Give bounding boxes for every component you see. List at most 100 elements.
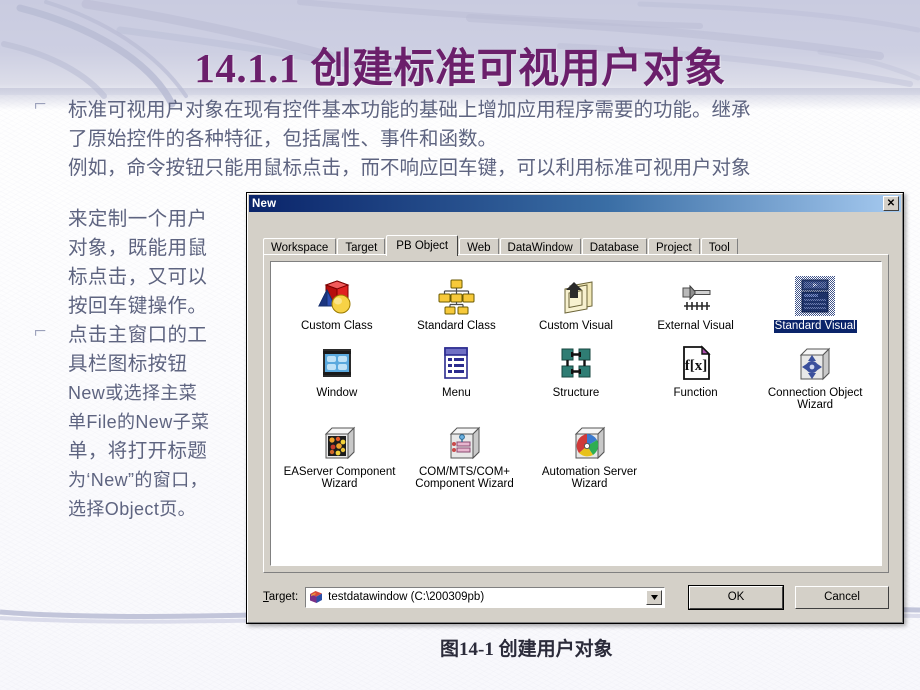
tab-label: PB Object: [396, 240, 449, 252]
object-item-custom-visual[interactable]: Custom Visual: [516, 272, 636, 339]
standard-visual-icon: [801, 279, 829, 313]
dialog-titlebar[interactable]: New ✕: [249, 195, 901, 212]
icon-art-wrap: [556, 343, 596, 383]
external-visual-icon: [682, 284, 711, 310]
body-line: 来定制一个用户: [68, 209, 208, 230]
easerver-component-wizard-icon: [324, 426, 355, 459]
icon-art-wrap: [570, 422, 610, 462]
icon-art-wrap: f[x]: [676, 343, 716, 383]
body-line: 标点击，又可以: [68, 267, 208, 288]
body-line: 了原始控件的各种特征，包括属性、事件和函数。: [68, 129, 498, 150]
body-line: 标准可视用户对象在现有控件基本功能的基础上增加应用程序需要的功能。继承: [68, 100, 751, 121]
ok-button[interactable]: OK: [688, 584, 784, 610]
automation-server-wizard-icon: [574, 426, 605, 459]
body-line: 具栏图标按钮: [68, 354, 188, 375]
object-item-label: Automation Server Wizard: [541, 465, 638, 491]
icon-art-selected: [795, 276, 836, 316]
dialog-footer: Target: testdatawindow (C:\200309pb) OK …: [263, 584, 889, 610]
icon-art-wrap: [676, 276, 716, 316]
icon-row: Window Menu Structure f[x] Function Conn…: [277, 339, 875, 418]
page-title: 14.1.1 创建标准可视用户对象: [194, 45, 726, 91]
body-line: 按回车键操作。: [68, 296, 208, 317]
close-icon[interactable]: ✕: [883, 196, 899, 211]
custom-class-icon: [317, 280, 351, 314]
object-item-menu[interactable]: Menu: [397, 339, 517, 418]
object-item-label: Standard Visual: [773, 320, 857, 333]
new-dialog-window[interactable]: New ✕ Workspace Target PB Object Web DataWin…: [246, 192, 904, 624]
object-item-custom-class[interactable]: Custom Class: [277, 272, 397, 339]
object-item-label: Custom Visual: [539, 320, 613, 332]
object-icon-list[interactable]: Custom Class Standard Class Custom Visua…: [270, 261, 882, 566]
object-item-label: Function: [673, 386, 718, 399]
connection-object-wizard-icon: [799, 347, 831, 380]
object-item-label: EAServer Component Wizard: [283, 465, 396, 491]
body-line: 对象，既能用鼠: [68, 238, 208, 259]
object-item-label: COM/MTS/COM+ Component Wizard: [415, 465, 514, 491]
chevron-down-icon[interactable]: [646, 589, 662, 605]
tab-label: Project: [655, 241, 692, 254]
dialog-tabstrip[interactable]: Workspace Target PB Object Web DataWindow Dat…: [263, 235, 889, 256]
body-line: 选择Object页。: [68, 499, 197, 519]
object-item-window[interactable]: Window: [277, 339, 397, 418]
object-item-label: Custom Class: [301, 320, 373, 332]
cancel-button[interactable]: Cancel: [795, 585, 889, 609]
icon-art-wrap: [317, 343, 357, 383]
icon-row: EAServer Component Wizard COM/MTS/COM+ C…: [277, 418, 875, 497]
bullet-marker-1: ⌐: [34, 91, 47, 116]
body-paragraph-left: 来定制一个用户 对象，既能用鼠 标点击，又可以 按回车键操作。 点击主窗口的工 …: [68, 205, 236, 524]
tab-pb-object[interactable]: PB Object: [386, 235, 459, 256]
window-icon: [322, 348, 351, 377]
icon-art-wrap: [317, 276, 357, 316]
object-item-structure[interactable]: Structure: [516, 339, 636, 418]
target-combobox[interactable]: testdatawindow (C:\200309pb): [305, 586, 665, 608]
icon-art-wrap: [436, 343, 476, 383]
body-line: 单，将打开标题: [68, 441, 208, 462]
body-line: 例如，命令按钮只能用鼠标点击，而不响应回车键，可以利用标准可视用户对象: [68, 158, 751, 179]
tab-label: Web: [467, 241, 491, 254]
bullet-marker-2: ⌐: [34, 318, 47, 343]
tab-label: Database: [589, 241, 639, 254]
object-item-external-visual[interactable]: External Visual: [636, 272, 756, 339]
object-item-label: Connection Object Wizard: [767, 386, 863, 412]
icon-art-wrap: [436, 276, 476, 316]
tab-label: DataWindow: [507, 241, 573, 254]
object-item-easerver-component-wizard[interactable]: EAServer Component Wizard: [277, 418, 402, 497]
object-item-label: Structure: [552, 386, 600, 399]
object-item-label: Standard Class: [417, 320, 496, 332]
tab-label: Workspace: [271, 241, 329, 254]
icon-art-wrap: [795, 343, 835, 383]
object-item-automation-server-wizard[interactable]: Automation Server Wizard: [527, 418, 652, 497]
body-line: New或选择主菜: [68, 383, 198, 403]
structure-icon: [561, 348, 591, 377]
object-item-standard-visual[interactable]: Standard Visual: [755, 272, 875, 339]
body-line: 点击主窗口的工: [68, 325, 208, 346]
standard-class-icon: [438, 279, 475, 315]
object-item-function[interactable]: f[x] Function: [636, 339, 756, 418]
object-item-label: Window: [316, 386, 358, 399]
body-line: 为‘New”的窗口，: [68, 470, 209, 490]
svg-text:f[x]: f[x]: [684, 358, 707, 374]
menu-icon: [444, 346, 469, 379]
icon-art-wrap: [320, 422, 360, 462]
tab-panel-pb-object: Custom Class Standard Class Custom Visua…: [263, 254, 889, 573]
icon-row: Custom Class Standard Class Custom Visua…: [277, 272, 875, 339]
figure-caption: 图14-1 创建用户对象: [440, 639, 613, 660]
object-item-com-mts-com-component-wizard[interactable]: COM/MTS/COM+ Component Wizard: [402, 418, 527, 497]
custom-visual-icon: [564, 281, 593, 314]
target-label: Target:: [263, 591, 298, 603]
object-item-connection-object-wizard[interactable]: Connection Object Wizard: [755, 339, 875, 418]
target-value-text: testdatawindow (C:\200309pb): [328, 591, 485, 603]
target-label-rest: arget:: [268, 591, 299, 603]
body-paragraph-top: 标准可视用户对象在现有控件基本功能的基础上增加应用程序需要的功能。继承 了原始控…: [68, 96, 908, 183]
function-icon: f[x]: [682, 344, 711, 380]
dialog-title-text: New: [252, 197, 277, 210]
object-item-label: Menu: [442, 386, 471, 399]
tab-label: Target: [345, 241, 378, 254]
body-line: 单File的New子菜: [68, 412, 210, 432]
com-mts-com-plus-component-wizard-icon: [449, 426, 480, 459]
icon-art-wrap: [556, 276, 596, 316]
tab-label: Tool: [708, 241, 730, 254]
icon-art-wrap: [445, 422, 485, 462]
object-item-standard-class[interactable]: Standard Class: [397, 272, 517, 339]
object-item-label: External Visual: [657, 320, 734, 332]
